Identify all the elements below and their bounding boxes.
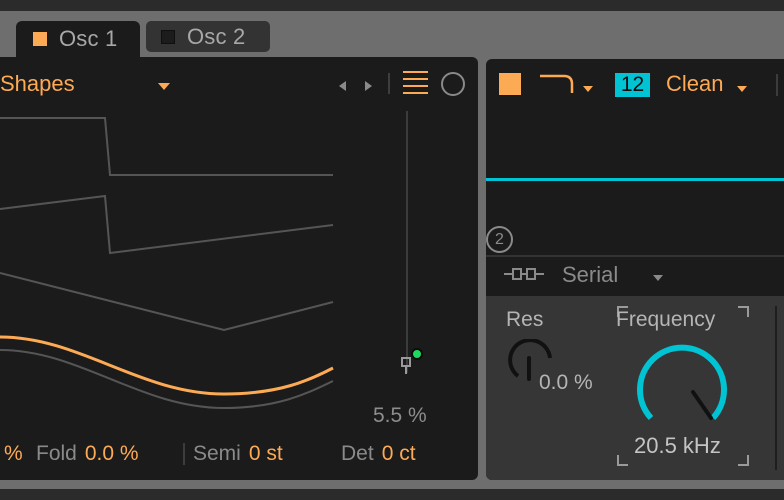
osc2-color-swatch-icon: [161, 29, 175, 44]
frequency-knob[interactable]: [628, 336, 738, 446]
divider: [388, 73, 390, 94]
dropdown-arrow-icon[interactable]: [737, 86, 747, 92]
circle-icon[interactable]: [441, 72, 465, 96]
dropdown-arrow-icon[interactable]: [653, 275, 663, 281]
param-label: Fold: [36, 442, 77, 465]
param-semi[interactable]: Semi 0 st: [193, 439, 283, 469]
param-fold[interactable]: Fold 0.0 %: [36, 439, 139, 469]
waveform-square: [0, 117, 333, 176]
focus-corner: [617, 455, 628, 466]
tab-label: Osc 1: [59, 26, 118, 51]
divider: [183, 443, 185, 465]
modulation-indicator-icon: [411, 348, 423, 360]
window-bottom-strip: [0, 489, 784, 500]
filter-enable-toggle[interactable]: [499, 73, 521, 95]
waveform-triangle: [0, 272, 334, 332]
tab-label: Osc 2: [187, 23, 246, 49]
filter-number-badge: 2: [486, 226, 513, 253]
waveform-saw: [0, 194, 334, 255]
osc1-color-swatch-icon: [33, 32, 47, 46]
res-label: Res: [506, 308, 544, 331]
window-top-strip: [0, 0, 784, 11]
param-label: Semi: [193, 442, 241, 465]
param-value[interactable]: 0 ct: [382, 442, 416, 466]
oscillator-panel: Shapes 5.5 % % Fold 0.0 % Semi 0 st Det …: [0, 57, 478, 480]
triangle-left-icon[interactable]: [339, 81, 346, 91]
param-cutoff-edge[interactable]: %: [0, 439, 23, 469]
serial-routing-icon: [504, 268, 544, 280]
slider-value: 5.5 %: [373, 404, 427, 427]
list-icon[interactable]: [403, 71, 428, 96]
filter-response-line: [486, 178, 784, 181]
dropdown-arrow-icon[interactable]: [158, 83, 170, 90]
waveform-preview[interactable]: [0, 100, 340, 430]
dropdown-arrow-icon[interactable]: [583, 86, 593, 92]
waveform-sine-shadow: [0, 349, 334, 410]
param-value[interactable]: 0.0 %: [85, 442, 139, 466]
filter-panel: 12 Clean 2 Serial Res 0.0 % Frequency 20…: [486, 59, 784, 480]
param-label: Det: [341, 442, 374, 465]
frequency-label: Frequency: [616, 308, 716, 331]
filter-slope-button[interactable]: 12: [615, 73, 650, 97]
frequency-value: 20.5 kHz: [634, 433, 721, 458]
waveform-sine-selected: [0, 335, 334, 396]
triangle-right-icon[interactable]: [365, 81, 372, 91]
focus-corner: [738, 306, 749, 317]
focus-corner: [738, 455, 749, 466]
divider: [775, 306, 777, 470]
divider: [776, 74, 778, 96]
tab-osc-2[interactable]: Osc 2: [146, 21, 270, 52]
param-value[interactable]: 0 st: [249, 442, 283, 466]
shape-selector[interactable]: Shapes: [0, 71, 75, 97]
param-det[interactable]: Det 0 ct: [341, 439, 416, 469]
position-slider-track[interactable]: [406, 111, 408, 373]
res-value: 0.0 %: [539, 371, 593, 394]
routing-selector[interactable]: Serial: [562, 262, 618, 288]
filter-controls: Res 0.0 % Frequency 20.5 kHz: [486, 296, 784, 480]
tab-osc-1[interactable]: Osc 1: [16, 21, 140, 57]
slider-handle[interactable]: [400, 357, 412, 375]
lowpass-curve-icon[interactable]: [538, 71, 578, 97]
filter-mode-selector[interactable]: Clean: [666, 71, 723, 97]
